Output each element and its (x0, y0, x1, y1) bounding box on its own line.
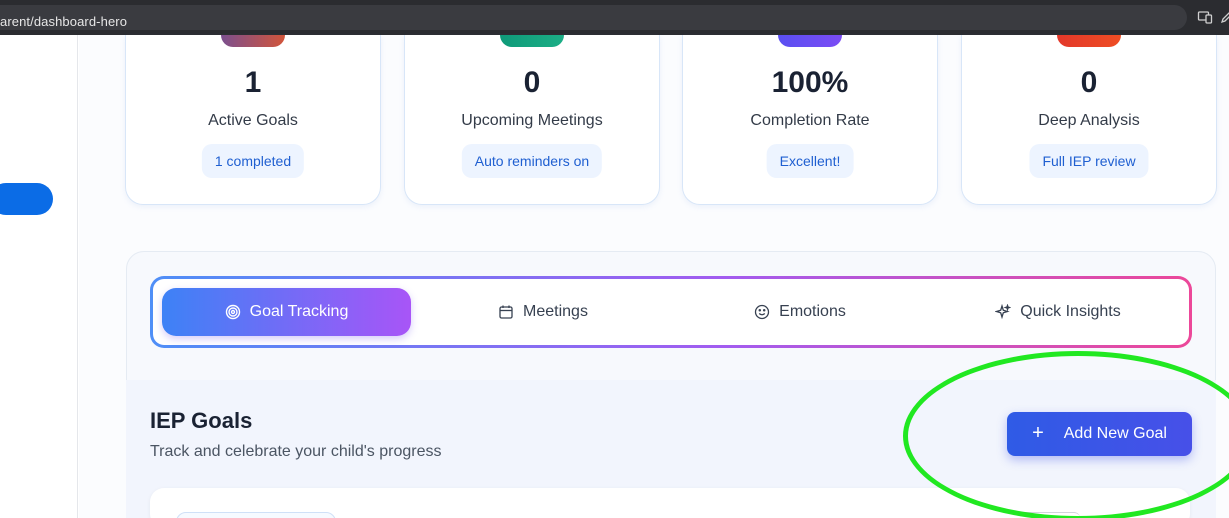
tab-meetings[interactable]: Meetings (418, 288, 668, 336)
stat-card-active-goals: 1 Active Goals 1 completed (125, 35, 381, 205)
pen-icon[interactable] (1219, 9, 1229, 25)
add-goal-label: Add New Goal (1063, 425, 1167, 442)
stat-badge: 1 completed (201, 144, 305, 178)
stat-card-completion-rate: 100% Completion Rate Excellent! (682, 35, 938, 205)
stat-label: Completion Rate (750, 112, 870, 129)
stat-value: 0 (523, 66, 541, 99)
completion-stat-icon (778, 35, 842, 47)
calendar-icon (498, 304, 514, 320)
plus-icon: + (1032, 421, 1044, 444)
stat-label: Deep Analysis (1038, 112, 1140, 129)
goals-stat-icon (221, 35, 285, 47)
stat-value: 0 (1080, 66, 1098, 99)
goal-status-chip (176, 512, 336, 518)
address-bar-text[interactable]: arent/dashboard-hero (0, 14, 127, 29)
tab-bar-inner: Goal Tracking Meetings Emotions Quick In… (153, 279, 1189, 345)
stat-badge: Full IEP review (1029, 144, 1149, 178)
tab-goal-tracking[interactable]: Goal Tracking (162, 288, 411, 336)
tab-emotions[interactable]: Emotions (675, 288, 925, 336)
sidebar (0, 35, 78, 518)
stat-value: 1 (244, 66, 262, 99)
address-bar[interactable]: arent/dashboard-hero (0, 5, 1187, 30)
devices-icon[interactable] (1197, 9, 1213, 25)
section-subtitle: Track and celebrate your child's progres… (150, 443, 442, 460)
tab-label: Quick Insights (1020, 303, 1121, 320)
goal-action-button[interactable] (1020, 512, 1080, 518)
tab-label: Meetings (523, 303, 588, 320)
stat-label: Upcoming Meetings (461, 112, 603, 129)
stat-card-upcoming-meetings: 0 Upcoming Meetings Auto reminders on (404, 35, 660, 205)
stat-badge: Auto reminders on (461, 144, 603, 178)
analysis-stat-icon (1057, 35, 1121, 47)
stat-card-deep-analysis: 0 Deep Analysis Full IEP review (961, 35, 1217, 205)
tab-bar: Goal Tracking Meetings Emotions Quick In… (150, 276, 1192, 348)
stat-label: Active Goals (208, 112, 298, 129)
target-icon (225, 304, 241, 320)
smile-icon (754, 304, 770, 320)
add-new-goal-button[interactable]: + Add New Goal (1007, 412, 1192, 456)
browser-toolbar: arent/dashboard-hero (0, 0, 1229, 35)
sparkles-icon (995, 304, 1012, 320)
section-title: IEP Goals (150, 408, 253, 433)
meetings-stat-icon (500, 35, 564, 47)
tab-quick-insights[interactable]: Quick Insights (933, 288, 1183, 336)
tab-label: Emotions (779, 303, 846, 320)
stat-badge: Excellent! (766, 144, 854, 178)
tab-label: Goal Tracking (249, 303, 349, 320)
stat-value: 100% (771, 66, 849, 99)
sidebar-active-item[interactable] (0, 183, 53, 215)
